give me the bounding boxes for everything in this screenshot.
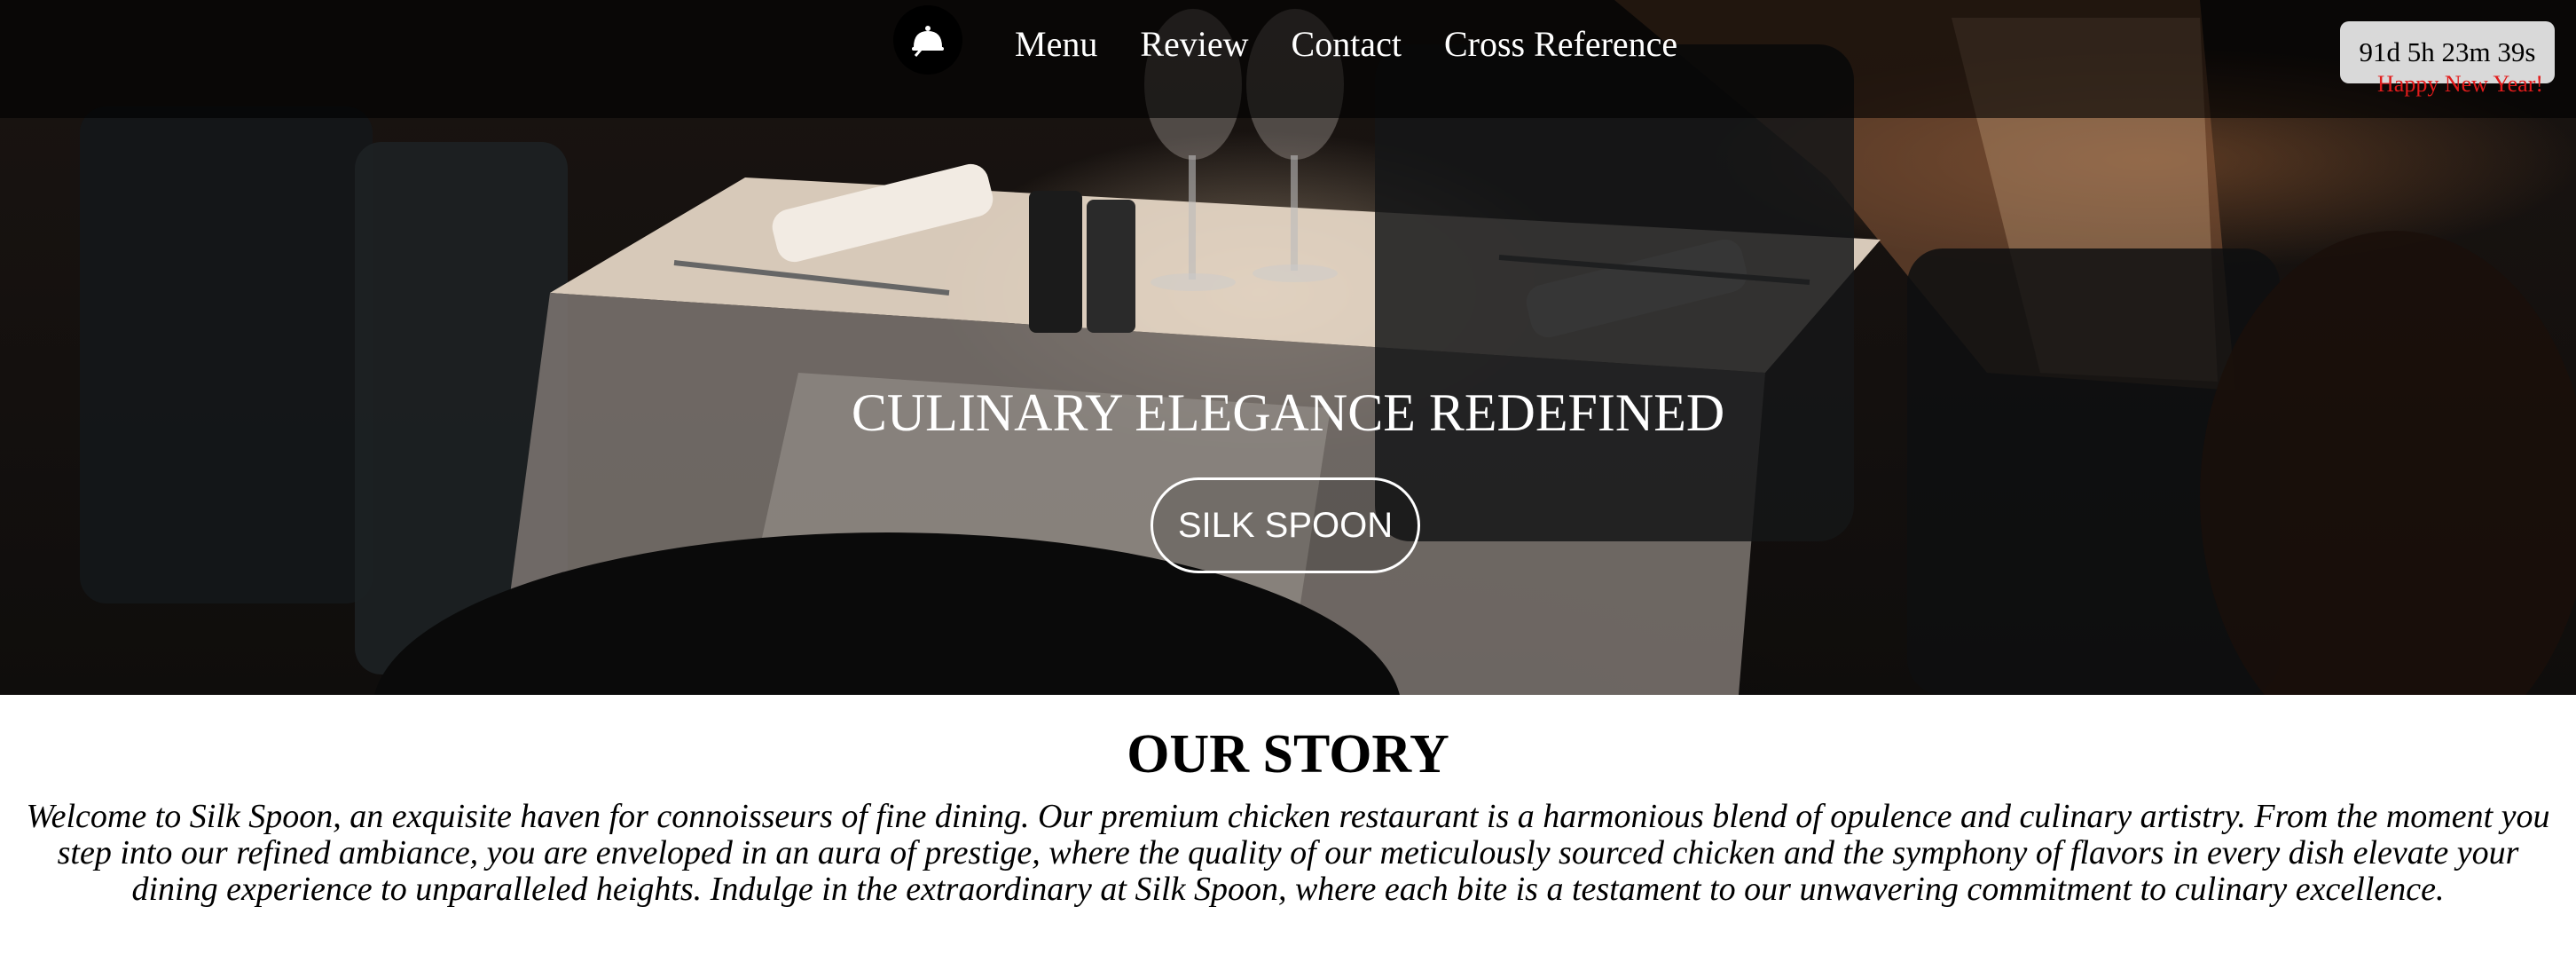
story-title: OUR STORY <box>1127 724 1449 785</box>
countdown-message: Happy New Year! <box>2377 71 2544 97</box>
nav-link-menu[interactable]: Menu <box>1015 20 1097 69</box>
hero-section: Menu Review Contact Cross Reference 91d … <box>0 0 2576 695</box>
nav-links: Menu Review Contact Cross Reference <box>1015 20 1677 69</box>
story-text: Welcome to Silk Spoon, an exquisite have… <box>26 798 2550 908</box>
silk-spoon-button[interactable]: SILK SPOON <box>1151 477 1420 573</box>
chef-cloche-icon <box>912 26 944 57</box>
nav-link-contact[interactable]: Contact <box>1292 20 1402 69</box>
nav-link-cross-reference[interactable]: Cross Reference <box>1444 20 1677 69</box>
logo-button[interactable] <box>893 5 962 75</box>
top-navbar: Menu Review Contact Cross Reference <box>0 0 2576 118</box>
nav-link-review[interactable]: Review <box>1140 20 1248 69</box>
hero-title: CULINARY ELEGANCE REDEFINED <box>851 383 1725 442</box>
